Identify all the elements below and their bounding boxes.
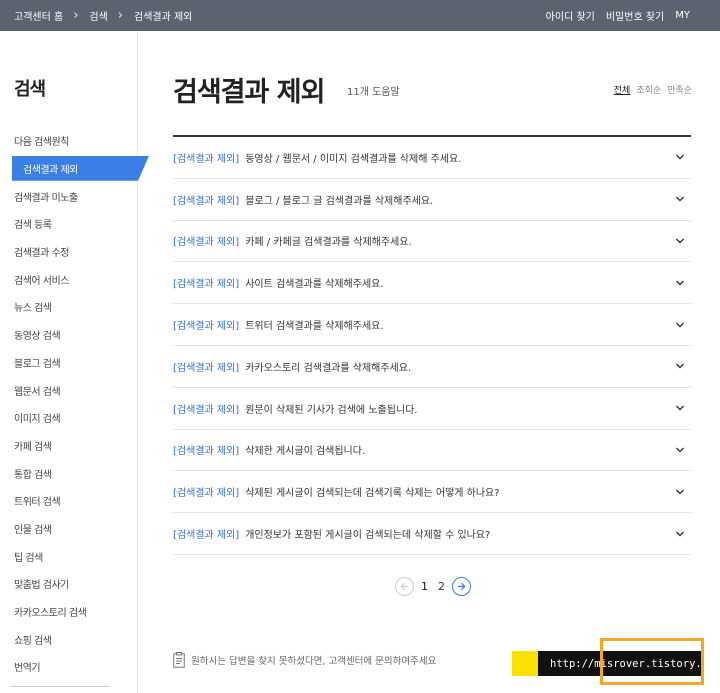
faq-item[interactable]: [검색결과 제외] 트위터 검색결과를 삭제해주세요. xyxy=(173,304,691,346)
sort-options: 전체 조회순 만족순 xyxy=(614,83,692,96)
sidebar-item[interactable]: 카카오스토리 검색 xyxy=(0,598,138,626)
chevron-down-icon xyxy=(676,405,684,411)
chevron-right-icon: › xyxy=(117,8,123,23)
chevron-down-icon xyxy=(676,489,684,495)
sidebar-item[interactable]: 트위터 검색 xyxy=(0,487,138,515)
breadcrumb-home[interactable]: 고객센터 홈 xyxy=(14,8,63,23)
faq-category: [검색결과 제외] xyxy=(173,362,240,374)
sort-all[interactable]: 전체 xyxy=(614,83,631,96)
faq-list: [검색결과 제외] 동영상 / 웹문서 / 이미지 검색결과를 삭제해 주세요. … xyxy=(173,135,691,555)
chevron-down-icon xyxy=(676,196,684,202)
chevron-down-icon xyxy=(676,531,684,537)
faq-item[interactable]: [검색결과 제외] 카카오스토리 검색결과를 삭제해주세요. xyxy=(173,346,691,388)
arrow-right-icon xyxy=(457,582,466,590)
faq-item[interactable]: [검색결과 제외] 삭제한 게시글이 검색됩니다. xyxy=(173,430,691,472)
sidebar-item[interactable]: 뉴스 검색 xyxy=(0,293,138,321)
sidebar: 검색 다음 검색원칙 검색결과 제외 검색결과 미노출 검색 등록 검색결과 수… xyxy=(0,31,149,693)
chevron-right-icon: › xyxy=(73,8,79,23)
prev-page-button[interactable] xyxy=(395,576,414,596)
sidebar-item[interactable]: 팁 검색 xyxy=(0,542,138,570)
sidebar-item[interactable]: 카페 검색 xyxy=(0,432,138,460)
faq-question: 사이트 검색결과를 삭제해주세요. xyxy=(245,279,384,291)
sidebar-item[interactable]: 동영상 검색 xyxy=(0,321,138,349)
faq-category: [검색결과 제외] xyxy=(173,237,240,249)
faq-question: 블로그 / 블로그 글 검색결과를 삭제해주세요. xyxy=(245,195,434,207)
breadcrumb-current: 검색결과 제외 xyxy=(134,12,193,23)
faq-item[interactable]: [검색결과 제외] 블로그 / 블로그 글 검색결과를 삭제해주세요. xyxy=(173,179,691,221)
pagination: 1 2 xyxy=(395,575,471,597)
sidebar-item[interactable]: 웹문서 검색 xyxy=(0,376,138,404)
sidebar-item[interactable]: 인물 검색 xyxy=(0,515,138,543)
sort-satisfaction[interactable]: 만족순 xyxy=(667,83,692,96)
faq-question: 삭제된 게시글이 검색되는데 검색기록 삭제는 어떻게 하나요? xyxy=(245,488,500,500)
sidebar-item[interactable]: 검색 등록 xyxy=(0,210,138,238)
faq-question: 카카오스토리 검색결과를 삭제해주세요. xyxy=(245,362,412,374)
sidebar-item[interactable]: 통합 검색 xyxy=(0,459,138,487)
faq-item[interactable]: [검색결과 제외] 동영상 / 웹문서 / 이미지 검색결과를 삭제해 주세요. xyxy=(173,137,691,179)
faq-category: [검색결과 제외] xyxy=(173,279,240,291)
sidebar-title: 검색 xyxy=(14,79,46,100)
faq-question: 삭제한 게시글이 검색됩니다. xyxy=(245,446,366,458)
faq-question: 카페 / 카페글 검색결과를 삭제해주세요. xyxy=(245,237,412,249)
chevron-down-icon xyxy=(676,280,684,286)
next-page-button[interactable] xyxy=(452,576,471,596)
breadcrumb-search[interactable]: 검색 xyxy=(89,8,107,23)
divider xyxy=(10,686,110,687)
faq-question: 동영상 / 웹문서 / 이미지 검색결과를 삭제해 주세요. xyxy=(245,153,462,165)
faq-item[interactable]: [검색결과 제외] 원문이 삭제된 기사가 검색에 노출됩니다. xyxy=(173,388,691,430)
chevron-down-icon xyxy=(676,238,684,244)
sidebar-item[interactable]: 다음 검색원칙 xyxy=(0,127,138,155)
find-password-link[interactable]: 비밀번호 찾기 xyxy=(606,8,664,23)
sidebar-item[interactable]: 이미지 검색 xyxy=(0,404,138,432)
sidebar-item[interactable]: 맞춤법 검사기 xyxy=(0,570,138,598)
faq-category: [검색결과 제외] xyxy=(173,530,240,542)
faq-question: 개인정보가 포함된 게시글이 검색되는데 삭제할 수 있나요? xyxy=(245,530,491,542)
contact-help: 원하시는 답변을 찾지 못하셨다면, 고객센터에 문의하여주세요 xyxy=(173,652,436,668)
sidebar-item[interactable]: 번역기 xyxy=(0,653,138,681)
chevron-down-icon xyxy=(676,322,684,328)
chevron-down-icon xyxy=(676,154,684,160)
highlight-box xyxy=(600,638,704,685)
top-links: 아이디 찾기 비밀번호 찾기 MY xyxy=(546,0,690,31)
faq-category: [검색결과 제외] xyxy=(173,195,240,207)
sidebar-item[interactable]: 검색어 서비스 xyxy=(0,265,138,293)
document-icon xyxy=(173,652,185,668)
breadcrumb: 고객센터 홈 › 검색 › 검색결과 제외 xyxy=(14,0,192,31)
my-link[interactable]: MY xyxy=(675,10,690,21)
sidebar-item-active[interactable]: 검색결과 제외 xyxy=(0,155,149,183)
faq-item[interactable]: [검색결과 제외] 삭제된 게시글이 검색되는데 검색기록 삭제는 어떻게 하나요… xyxy=(173,471,691,514)
arrow-left-icon xyxy=(400,582,409,590)
sidebar-item[interactable]: 쇼핑 검색 xyxy=(0,625,138,653)
find-id-link[interactable]: 아이디 찾기 xyxy=(546,8,595,23)
sort-views[interactable]: 조회순 xyxy=(636,83,661,96)
faq-category: [검색결과 제외] xyxy=(173,446,240,458)
sidebar-item[interactable]: 검색결과 미노출 xyxy=(0,182,138,210)
chevron-down-icon xyxy=(676,447,684,453)
help-count: 11개 도움말 xyxy=(347,87,400,98)
top-bar: 고객센터 홈 › 검색 › 검색결과 제외 아이디 찾기 비밀번호 찾기 MY xyxy=(0,0,720,31)
page-title: 검색결과 제외 xyxy=(173,77,325,108)
faq-question: 트위터 검색결과를 삭제해주세요. xyxy=(245,321,384,333)
faq-category: [검색결과 제외] xyxy=(173,404,240,416)
faq-category: [검색결과 제외] xyxy=(173,321,240,333)
faq-item[interactable]: [검색결과 제외] 카페 / 카페글 검색결과를 삭제해주세요. xyxy=(173,221,691,263)
faq-item[interactable]: [검색결과 제외] 사이트 검색결과를 삭제해주세요. xyxy=(173,262,691,305)
sidebar-menu: 다음 검색원칙 검색결과 제외 검색결과 미노출 검색 등록 검색결과 수정 검… xyxy=(0,127,149,681)
chevron-down-icon xyxy=(676,363,684,369)
sidebar-item[interactable]: 블로그 검색 xyxy=(0,349,138,377)
faq-category: [검색결과 제외] xyxy=(173,488,240,500)
page-number[interactable]: 2 xyxy=(435,580,448,593)
sidebar-item[interactable]: 검색결과 수정 xyxy=(0,238,138,266)
page-number-current[interactable]: 1 xyxy=(418,580,431,593)
faq-item[interactable]: [검색결과 제외] 개인정보가 포함된 게시글이 검색되는데 삭제할 수 있나요? xyxy=(173,513,691,555)
faq-category: [검색결과 제외] xyxy=(173,153,240,165)
help-text: 원하시는 답변을 찾지 못하셨다면, 고객센터에 문의하여주세요 xyxy=(191,656,437,667)
faq-question: 원문이 삭제된 기사가 검색에 노출됩니다. xyxy=(245,404,418,416)
